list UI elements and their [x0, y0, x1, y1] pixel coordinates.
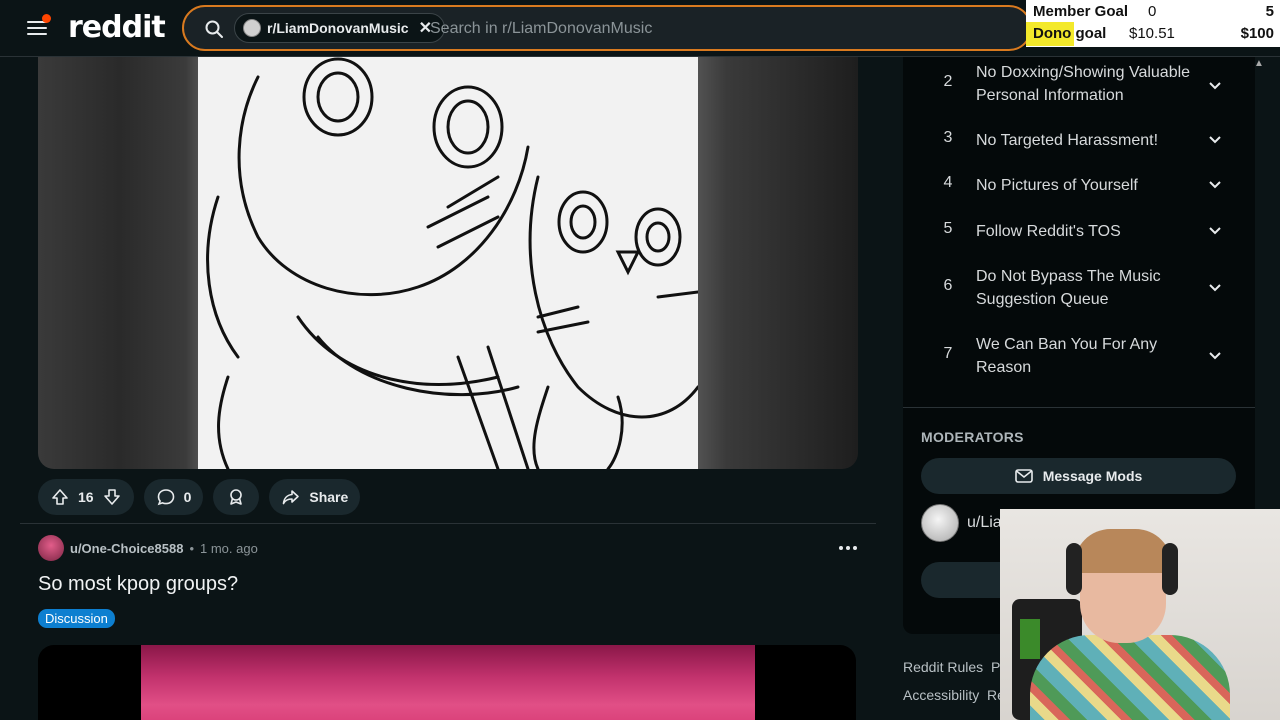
post-meta: u/One-Choice8588 • 1 mo. ago: [38, 534, 258, 562]
sketch-drawing: [198, 57, 700, 469]
user-avatar[interactable]: [38, 535, 64, 561]
chevron-down-icon: [1209, 227, 1221, 235]
chevron-down-icon: [1209, 352, 1221, 360]
post-image-content: [141, 645, 755, 720]
webcam-overlay: [1000, 509, 1280, 720]
rule-item[interactable]: 4 No Pictures of Yourself: [903, 174, 1255, 198]
rule-item[interactable]: 5 Follow Reddit's TOS: [903, 220, 1255, 244]
comments-button[interactable]: 0: [143, 479, 204, 515]
moderators-heading: MODERATORS: [921, 429, 1024, 445]
message-mods-button[interactable]: Message Mods: [921, 458, 1236, 494]
member-goal-label: Member Goal: [1033, 3, 1129, 20]
chevron-down-icon: [1209, 136, 1221, 144]
notification-dot: [42, 14, 51, 23]
search-bar[interactable]: r/LiamDonovanMusic ✕: [182, 5, 1032, 51]
accessibility-link[interactable]: Accessibility: [903, 687, 979, 703]
subreddit-search-chip[interactable]: r/LiamDonovanMusic ✕: [234, 13, 445, 43]
rule-text: No Doxxing/Showing Valuable Personal Inf…: [976, 64, 1191, 104]
more-options-icon[interactable]: [834, 538, 862, 558]
sidebar-divider: [903, 407, 1255, 408]
dono-goal-label: Dono goal: [1033, 25, 1107, 42]
post-time: 1 mo. ago: [200, 540, 258, 556]
moderator-item[interactable]: u/Lia: [921, 504, 1002, 542]
rule-item[interactable]: 6 Do Not Bypass The Music Suggestion Que…: [903, 265, 1255, 311]
chevron-down-icon: [1209, 181, 1221, 189]
chip-label: r/LiamDonovanMusic: [267, 20, 409, 36]
rule-item[interactable]: 3 No Targeted Harassment!: [903, 129, 1255, 153]
headset-right: [1162, 543, 1178, 595]
post-divider: [20, 523, 876, 524]
meta-separator: •: [189, 540, 194, 556]
post-media-image-2[interactable]: [38, 645, 856, 720]
vote-pill: 16: [38, 479, 134, 515]
sketch-illustration: [206, 57, 700, 469]
headset-left: [1066, 543, 1082, 595]
rule-text: We Can Ban You For Any Reason: [976, 336, 1158, 376]
post-username[interactable]: u/One-Choice8588: [70, 541, 183, 556]
post-action-bar: 16 0 Share: [38, 479, 361, 515]
search-icon: [205, 20, 223, 38]
subreddit-avatar: [243, 19, 261, 37]
rule-item[interactable]: 7 We Can Ban You For Any Reason: [903, 333, 1255, 379]
rule-text: No Targeted Harassment!: [976, 132, 1159, 149]
upvote-icon[interactable]: [50, 487, 70, 507]
rule-number: 4: [943, 174, 953, 191]
rule-text: Follow Reddit's TOS: [976, 223, 1121, 240]
award-icon: [230, 489, 243, 505]
rule-number: 7: [943, 345, 953, 362]
post-flair[interactable]: Discussion: [38, 609, 115, 628]
dono-goal-max: $100: [1240, 25, 1274, 42]
rule-text: No Pictures of Yourself: [976, 177, 1138, 194]
post-media-image[interactable]: [38, 57, 858, 469]
rule-text: Do Not Bypass The Music Suggestion Queue: [976, 268, 1161, 308]
member-goal-current: 0: [1148, 3, 1157, 20]
search-input[interactable]: [430, 17, 1010, 41]
streamer-shirt: [1030, 635, 1230, 720]
streamer-hair: [1074, 529, 1172, 573]
chevron-down-icon: [1209, 284, 1221, 292]
rule-number: 2: [943, 73, 953, 90]
stream-goal-overlay: Member Goal 0 5 Dono goal $10.51 $100: [1026, 0, 1280, 47]
scroll-up-icon[interactable]: ▲: [1254, 58, 1264, 69]
comment-icon: [157, 489, 174, 506]
reddit-rules-link[interactable]: Reddit Rules: [903, 659, 983, 675]
vote-count: 16: [78, 489, 94, 505]
comment-count: 0: [183, 489, 192, 505]
rule-number: 6: [943, 277, 953, 294]
mail-icon: [1014, 469, 1033, 483]
rule-number: 5: [943, 220, 953, 237]
chevron-down-icon: [1209, 82, 1221, 90]
chair-accent: [1020, 619, 1040, 659]
footer-links: Reddit Rules Pr Accessibility Re: [903, 653, 1005, 709]
dono-goal-row: Dono goal $10.51 $100: [1026, 22, 1280, 46]
rule-item[interactable]: 2 No Doxxing/Showing Valuable Personal I…: [903, 61, 1255, 107]
share-button[interactable]: Share: [269, 479, 361, 515]
rule-number: 3: [943, 129, 953, 146]
moderator-name: u/Lia: [967, 514, 1002, 531]
message-mods-label: Message Mods: [1042, 468, 1143, 484]
dono-goal-current: $10.51: [1129, 25, 1175, 42]
moderator-avatar: [921, 504, 959, 542]
member-goal-row: Member Goal 0 5: [1026, 0, 1280, 22]
reddit-logo[interactable]: reddit: [68, 10, 166, 45]
award-button[interactable]: [213, 479, 260, 515]
post-title[interactable]: So most kpop groups?: [38, 573, 238, 596]
member-goal-max: 5: [1265, 3, 1274, 20]
downvote-icon[interactable]: [102, 487, 122, 507]
share-label: Share: [309, 489, 349, 505]
share-icon: [283, 490, 300, 505]
